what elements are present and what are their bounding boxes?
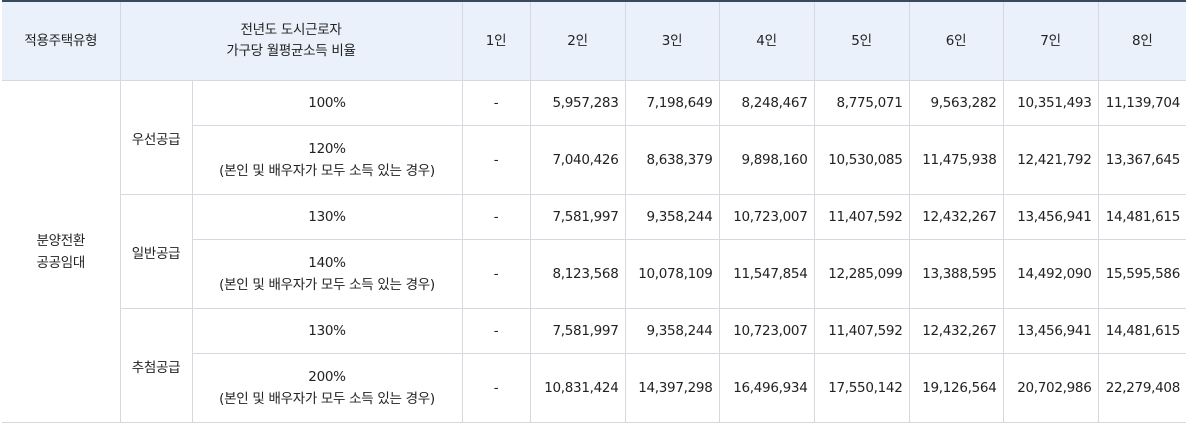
value-cell-5p: 11,407,592 <box>813 194 910 240</box>
ratio-note: (본인 및 배우자가 모두 소득 있는 경우) <box>219 391 435 407</box>
housing-type-line1: 분양전환 <box>36 232 86 249</box>
header-8-person: 8인 <box>1097 0 1186 81</box>
value-cell-8p: 14,481,615 <box>1097 308 1186 354</box>
value-cell-1p: - <box>461 353 531 423</box>
value-cell-8p: 13,367,645 <box>1097 125 1186 195</box>
ratio-note: (본인 및 배우자가 모두 소득 있는 경우) <box>219 277 435 293</box>
value-cell-8p: 14,481,615 <box>1097 194 1186 240</box>
header-7-person: 7인 <box>1002 0 1099 81</box>
value-cell-2p: 8,123,568 <box>529 239 626 309</box>
value-cell-4p: 9,898,160 <box>718 125 815 195</box>
header-5-person: 5인 <box>813 0 910 81</box>
value-cell-6p: 9,563,282 <box>908 80 1004 126</box>
value-cell-4p: 16,496,934 <box>718 353 815 423</box>
value-cell-8p: 11,139,704 <box>1097 80 1186 126</box>
header-income-ratio: 전년도 도시근로자 가구당 월평균소득 비율 <box>119 0 463 81</box>
value-cell-3p: 8,638,379 <box>624 125 720 195</box>
header-4-person: 4인 <box>718 0 815 81</box>
value-cell-4p: 8,248,467 <box>718 80 815 126</box>
header-3-person: 3인 <box>624 0 720 81</box>
value-cell-1p: - <box>461 239 531 309</box>
value-cell-7p: 10,351,493 <box>1002 80 1099 126</box>
ratio-value: 120% <box>308 141 346 157</box>
value-cell-5p: 10,530,085 <box>813 125 910 195</box>
supply-group-cell: 우선공급 <box>119 80 193 195</box>
header-housing-type: 적용주택유형 <box>2 0 121 81</box>
ratio-cell: 130% <box>191 194 463 240</box>
value-cell-3p: 9,358,244 <box>624 194 720 240</box>
header-2-person: 2인 <box>529 0 626 81</box>
ratio-cell: 140% (본인 및 배우자가 모두 소득 있는 경우) <box>192 239 463 309</box>
value-cell-5p: 12,285,099 <box>813 239 910 309</box>
value-cell-2p: 5,957,283 <box>529 80 626 126</box>
value-cell-6p: 12,432,267 <box>908 194 1004 240</box>
ratio-cell: 200% (본인 및 배우자가 모두 소득 있는 경우) <box>192 353 463 423</box>
ratio-value: 200% <box>308 369 346 385</box>
value-cell-5p: 8,775,071 <box>813 80 910 126</box>
value-cell-3p: 14,397,298 <box>624 353 720 423</box>
value-cell-4p: 11,547,854 <box>718 239 815 309</box>
header-income-ratio-line1: 전년도 도시근로자 <box>240 22 342 38</box>
value-cell-4p: 10,723,007 <box>718 308 815 354</box>
housing-type-cell: 분양전환 공공임대 <box>2 80 121 423</box>
table-row: 추첨공급 130% - 7,581,997 9,358,244 10,723,0… <box>2 308 1186 423</box>
supply-group-cell: 추첨공급 <box>120 308 193 423</box>
value-cell-8p: 15,595,586 <box>1097 239 1186 309</box>
value-cell-8p: 22,279,408 <box>1097 353 1186 423</box>
value-cell-3p: 9,358,244 <box>624 308 720 354</box>
value-cell-7p: 14,492,090 <box>1002 239 1099 309</box>
ratio-value: 140% <box>308 255 346 271</box>
value-cell-7p: 20,702,986 <box>1002 353 1099 423</box>
value-cell-2p: 7,040,426 <box>529 125 626 195</box>
table-row: 일반공급 130% - 7,581,997 9,358,244 10,723,0… <box>2 194 1186 309</box>
value-cell-3p: 7,198,649 <box>624 80 720 126</box>
income-criteria-table: 적용주택유형 전년도 도시근로자 가구당 월평균소득 비율 1인 2인 3인 4… <box>2 0 1186 423</box>
value-cell-4p: 10,723,007 <box>718 194 815 240</box>
value-cell-2p: 10,831,424 <box>529 353 626 423</box>
value-cell-7p: 12,421,792 <box>1002 125 1099 195</box>
header-1-person: 1인 <box>461 0 531 81</box>
value-cell-6p: 13,388,595 <box>908 239 1004 309</box>
value-cell-1p: - <box>461 125 531 195</box>
value-cell-3p: 10,078,109 <box>624 239 720 309</box>
value-cell-2p: 7,581,997 <box>529 194 626 240</box>
ratio-cell: 100% <box>191 80 463 126</box>
header-row: 적용주택유형 전년도 도시근로자 가구당 월평균소득 비율 1인 2인 3인 4… <box>2 0 1186 81</box>
value-cell-2p: 7,581,997 <box>529 308 626 354</box>
housing-type-line2: 공공임대 <box>36 254 86 271</box>
ratio-cell: 130% <box>191 308 463 354</box>
value-cell-1p: - <box>461 80 531 126</box>
supply-group-cell: 일반공급 <box>120 194 193 309</box>
ratio-note: (본인 및 배우자가 모두 소득 있는 경우) <box>219 163 435 179</box>
value-cell-6p: 19,126,564 <box>908 353 1004 423</box>
value-cell-5p: 11,407,592 <box>813 308 910 354</box>
header-6-person: 6인 <box>908 0 1004 81</box>
income-table-container: 적용주택유형 전년도 도시근로자 가구당 월평균소득 비율 1인 2인 3인 4… <box>0 0 1189 427</box>
value-cell-6p: 12,432,267 <box>908 308 1004 354</box>
value-cell-1p: - <box>461 308 531 354</box>
value-cell-6p: 11,475,938 <box>908 125 1004 195</box>
header-income-ratio-line2: 가구당 월평균소득 비율 <box>226 43 356 59</box>
ratio-cell: 120% (본인 및 배우자가 모두 소득 있는 경우) <box>192 125 463 195</box>
value-cell-7p: 13,456,941 <box>1002 308 1099 354</box>
value-cell-7p: 13,456,941 <box>1002 194 1099 240</box>
value-cell-5p: 17,550,142 <box>813 353 910 423</box>
value-cell-1p: - <box>461 194 531 240</box>
table-row: 분양전환 공공임대 우선공급 100% - 5,957,283 7,198,64… <box>2 80 1186 423</box>
